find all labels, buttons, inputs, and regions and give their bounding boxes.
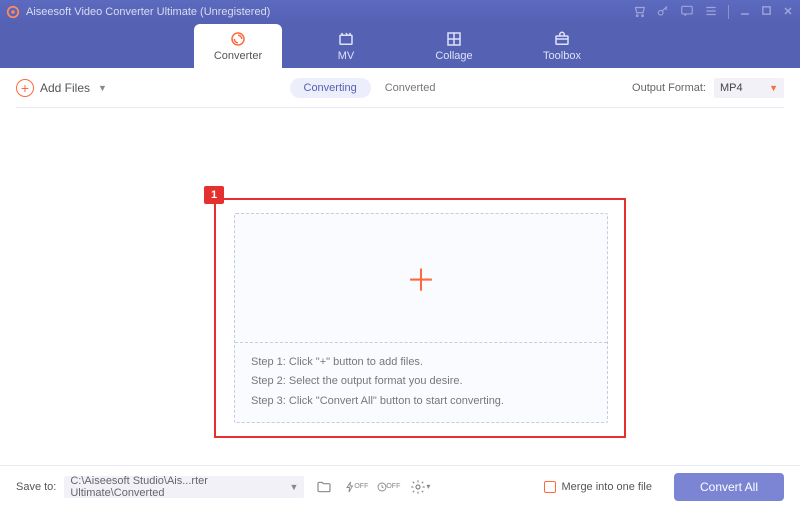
merge-label: Merge into one file	[562, 481, 653, 493]
main-nav: Converter MV Collage Toolbox	[0, 24, 800, 68]
settings-button[interactable]: ▾	[408, 476, 432, 498]
tab-converter[interactable]: Converter	[194, 24, 282, 68]
plus-icon: +	[16, 79, 34, 97]
tab-collage[interactable]: Collage	[410, 24, 498, 68]
dropzone: ＋ Step 1: Click "+" button to add files.…	[234, 213, 608, 423]
cart-icon[interactable]	[632, 4, 646, 21]
minimize-icon[interactable]	[739, 5, 751, 20]
merge-checkbox[interactable]: Merge into one file	[544, 481, 653, 493]
footer: Save to: C:\Aiseesoft Studio\Ais...rter …	[0, 465, 800, 507]
separator	[728, 5, 729, 19]
tab-label: MV	[338, 50, 355, 62]
output-format-value: MP4	[720, 82, 743, 94]
toolbox-icon	[553, 30, 571, 48]
seg-converted[interactable]: Converted	[371, 78, 450, 98]
menu-icon[interactable]	[704, 4, 718, 21]
save-to-label: Save to:	[16, 481, 56, 493]
key-icon[interactable]	[656, 4, 670, 21]
plus-icon: ＋	[406, 256, 436, 300]
tab-label: Toolbox	[543, 50, 581, 62]
add-files-button[interactable]: + Add Files ▼	[16, 79, 107, 97]
instruction-step: Step 3: Click "Convert All" button to st…	[251, 392, 591, 412]
tab-toolbox[interactable]: Toolbox	[518, 24, 606, 68]
instruction-step: Step 1: Click "+" button to add files.	[251, 353, 591, 373]
save-to-path: C:\Aiseesoft Studio\Ais...rter Ultimate\…	[70, 475, 289, 499]
add-files-dropzone[interactable]: ＋	[235, 214, 607, 342]
open-folder-button[interactable]	[312, 476, 336, 498]
maximize-icon[interactable]	[761, 5, 772, 19]
app-logo-icon	[6, 5, 20, 19]
instructions: Step 1: Click "+" button to add files. S…	[235, 342, 607, 422]
close-icon[interactable]	[782, 5, 794, 20]
instruction-step: Step 2: Select the output format you des…	[251, 372, 591, 392]
collage-icon	[445, 30, 463, 48]
tab-label: Collage	[435, 50, 472, 62]
convert-all-button[interactable]: Convert All	[674, 473, 784, 501]
add-files-label: Add Files	[40, 81, 90, 95]
window-title: Aiseesoft Video Converter Ultimate (Unre…	[26, 6, 270, 18]
mv-icon	[337, 30, 355, 48]
chevron-down-icon[interactable]: ▼	[98, 83, 107, 93]
output-format-label: Output Format:	[632, 82, 706, 94]
chevron-down-icon: ▼	[289, 482, 298, 492]
seg-converting[interactable]: Converting	[290, 78, 371, 98]
converter-icon	[229, 30, 247, 48]
annotation-label: 1	[204, 186, 224, 204]
tab-label: Converter	[214, 50, 262, 62]
toolbar: + Add Files ▼ Converting Converted Outpu…	[16, 68, 784, 108]
output-format-select[interactable]: MP4 ▼	[714, 78, 784, 98]
high-speed-button[interactable]: OFF	[376, 476, 400, 498]
feedback-icon[interactable]	[680, 4, 694, 21]
chevron-down-icon: ▼	[769, 83, 778, 93]
hw-accel-button[interactable]: OFF	[344, 476, 368, 498]
tab-mv[interactable]: MV	[302, 24, 390, 68]
save-to-path-select[interactable]: C:\Aiseesoft Studio\Ais...rter Ultimate\…	[64, 476, 304, 498]
status-segment: Converting Converted	[290, 78, 450, 98]
titlebar: Aiseesoft Video Converter Ultimate (Unre…	[0, 0, 800, 24]
checkbox-icon	[544, 481, 556, 493]
